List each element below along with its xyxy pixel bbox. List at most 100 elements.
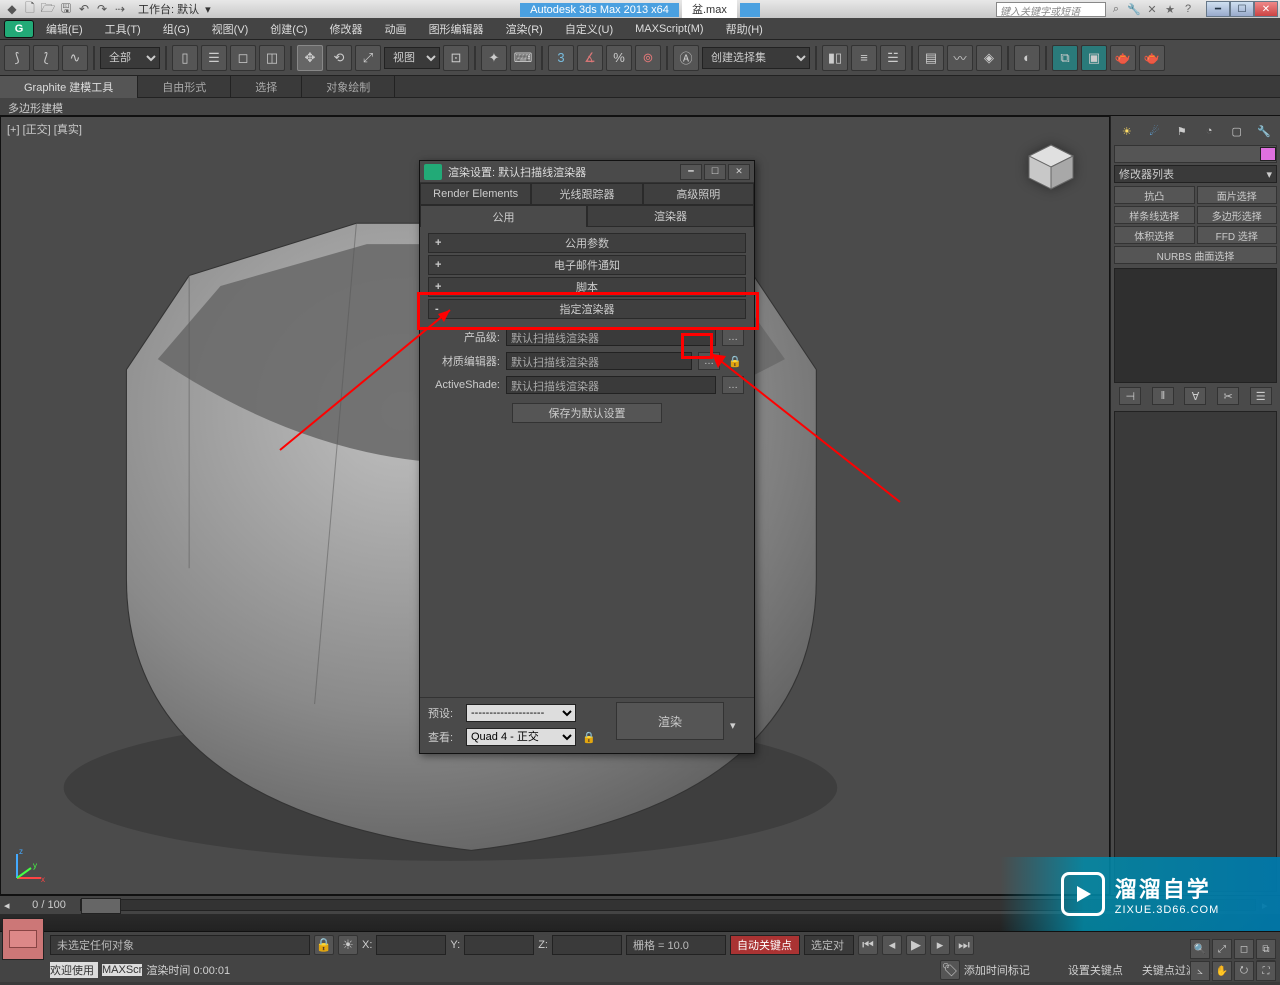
viewcube[interactable] bbox=[1023, 139, 1079, 195]
dialog-maximize-button[interactable]: ☐ bbox=[704, 164, 726, 180]
dialog-minimize-button[interactable]: ━ bbox=[680, 164, 702, 180]
help-search-input[interactable]: 键入关键字或短语 bbox=[996, 2, 1106, 17]
dialog-close-button[interactable]: ✕ bbox=[728, 164, 750, 180]
setkey-button[interactable]: 设置关键点 bbox=[1068, 962, 1138, 978]
angle-snap-icon[interactable]: ∡ bbox=[577, 45, 603, 71]
pan-icon[interactable]: ✋ bbox=[1212, 961, 1232, 981]
keyboard-shortcut-icon[interactable]: ⌨ bbox=[510, 45, 536, 71]
coord-x-field[interactable] bbox=[376, 935, 446, 955]
snap-toggle-icon[interactable]: 3 bbox=[548, 45, 574, 71]
show-end-result-icon[interactable]: ‖ bbox=[1152, 387, 1174, 405]
sel-button-5[interactable]: 体积选择 bbox=[1114, 226, 1195, 244]
link-icon[interactable]: ⇢ bbox=[112, 1, 128, 17]
align-icon[interactable]: ≡ bbox=[851, 45, 877, 71]
workspace-label[interactable]: 工作台: 默认 bbox=[138, 1, 199, 17]
object-name-field[interactable] bbox=[1114, 145, 1277, 163]
tab-common[interactable]: 公用 bbox=[420, 205, 587, 227]
object-color-swatch[interactable] bbox=[1260, 147, 1276, 161]
macro-recorder-button[interactable] bbox=[2, 918, 44, 960]
new-icon[interactable]: 🗋 bbox=[22, 1, 38, 17]
minimize-button[interactable]: ━ bbox=[1206, 1, 1230, 17]
hierarchy-panel-icon[interactable]: ⚑ bbox=[1172, 121, 1192, 141]
tab-advanced-lighting[interactable]: 高级照明 bbox=[643, 183, 754, 205]
zoom-all-icon[interactable]: ⤢ bbox=[1212, 939, 1232, 959]
material-editor-choose-button[interactable]: … bbox=[698, 352, 720, 370]
max-toggle-icon[interactable]: ⛶ bbox=[1256, 961, 1276, 981]
menu-grapheditors[interactable]: 图形编辑器 bbox=[419, 18, 494, 40]
select-region-rect-icon[interactable]: ◻ bbox=[230, 45, 256, 71]
coord-y-field[interactable] bbox=[464, 935, 534, 955]
selection-set-display[interactable]: 选定对 bbox=[804, 935, 854, 955]
isolate-icon[interactable]: ☀ bbox=[338, 935, 358, 955]
select-icon[interactable]: ▯ bbox=[172, 45, 198, 71]
percent-snap-icon[interactable]: % bbox=[606, 45, 632, 71]
move-icon[interactable]: ✥ bbox=[297, 45, 323, 71]
motion-panel-icon[interactable]: ◔ bbox=[1199, 121, 1219, 141]
autokey-button[interactable]: 自动关键点 bbox=[730, 935, 800, 955]
menu-maxscript[interactable]: MAXScript(M) bbox=[625, 20, 713, 38]
play-end-icon[interactable]: ⏭ bbox=[954, 935, 974, 955]
manipulate-icon[interactable]: ✦ bbox=[481, 45, 507, 71]
render-production-icon[interactable]: 🫖 bbox=[1110, 45, 1136, 71]
production-choose-button[interactable]: … bbox=[722, 328, 744, 346]
rollout-area[interactable] bbox=[1114, 411, 1277, 892]
coord-z-field[interactable] bbox=[552, 935, 622, 955]
menu-group[interactable]: 组(G) bbox=[153, 18, 200, 40]
render-button[interactable]: 渲染 bbox=[616, 702, 724, 740]
make-unique-icon[interactable]: ∀ bbox=[1184, 387, 1206, 405]
infocenter-icon[interactable]: ⌕ bbox=[1108, 1, 1124, 17]
menu-view[interactable]: 视图(V) bbox=[202, 18, 259, 40]
render-setup-icon[interactable]: ⧉ bbox=[1052, 45, 1078, 71]
menu-customize[interactable]: 自定义(U) bbox=[555, 18, 623, 40]
selection-filter-dropdown[interactable]: 全部 bbox=[100, 47, 160, 69]
play-prev-icon[interactable]: ◂ bbox=[882, 935, 902, 955]
menu-animation[interactable]: 动画 bbox=[375, 18, 417, 40]
layer-manager-icon[interactable]: ☱ bbox=[880, 45, 906, 71]
utilities-panel-icon[interactable]: 🔧 bbox=[1254, 121, 1274, 141]
redo-icon[interactable]: ↷ bbox=[94, 1, 110, 17]
display-panel-icon[interactable]: ▢ bbox=[1227, 121, 1247, 141]
close-button[interactable]: ✕ bbox=[1254, 1, 1278, 17]
ribbon-tab-freeform[interactable]: 自由形式 bbox=[138, 76, 231, 98]
workspace-dropdown-icon[interactable]: ▾ bbox=[205, 3, 211, 16]
preset-dropdown[interactable]: -------------------- bbox=[466, 704, 576, 722]
menu-help[interactable]: 帮助(H) bbox=[716, 18, 773, 40]
rollout-email[interactable]: +电子邮件通知 bbox=[428, 255, 746, 275]
sync-icon[interactable]: ✕ bbox=[1144, 1, 1160, 17]
material-editor-icon[interactable]: ◐ bbox=[1014, 45, 1040, 71]
select-name-icon[interactable]: ☰ bbox=[201, 45, 227, 71]
ribbon-tab-graphite[interactable]: Graphite 建模工具 bbox=[0, 76, 138, 98]
save-icon[interactable]: 🖫 bbox=[58, 1, 74, 17]
render-flyout-icon[interactable]: ▾ bbox=[730, 719, 746, 732]
view-dropdown[interactable]: Quad 4 - 正交 bbox=[466, 728, 576, 746]
schematic-view-icon[interactable]: ◈ bbox=[976, 45, 1002, 71]
bind-icon[interactable]: ∿ bbox=[62, 45, 88, 71]
lock-selection-icon[interactable]: 🔒 bbox=[314, 935, 334, 955]
timetag-icon[interactable]: 🏷 bbox=[940, 960, 960, 980]
configure-sets-icon[interactable]: ☰ bbox=[1250, 387, 1272, 405]
sel-button-1[interactable]: 抗凸 bbox=[1114, 186, 1195, 204]
menu-create[interactable]: 创建(C) bbox=[260, 18, 317, 40]
link-icon[interactable]: ⟆ bbox=[4, 45, 30, 71]
zoom-extents-icon[interactable]: ◻ bbox=[1234, 939, 1254, 959]
ribbon-tab-paint[interactable]: 对象绘制 bbox=[302, 76, 395, 98]
pivot-icon[interactable]: ⊡ bbox=[443, 45, 469, 71]
play-next-icon[interactable]: ▸ bbox=[930, 935, 950, 955]
modify-panel-icon[interactable]: ☄ bbox=[1144, 121, 1164, 141]
save-as-defaults-button[interactable]: 保存为默认设置 bbox=[512, 403, 662, 423]
mirror-icon[interactable]: ▮▯ bbox=[822, 45, 848, 71]
zoom-extents-all-icon[interactable]: ⧉ bbox=[1256, 939, 1276, 959]
rotate-icon[interactable]: ⟲ bbox=[326, 45, 352, 71]
dialog-titlebar[interactable]: 渲染设置: 默认扫描线渲染器 ━ ☐ ✕ bbox=[420, 161, 754, 183]
zoom-icon[interactable]: 🔍 bbox=[1190, 939, 1210, 959]
ribbon-subpanel-label[interactable]: 多边形建模 bbox=[0, 98, 1280, 116]
rendered-frame-icon[interactable]: ▣ bbox=[1081, 45, 1107, 71]
lock-icon[interactable]: 🔒 bbox=[726, 352, 744, 370]
curve-editor-icon[interactable]: 〰 bbox=[947, 45, 973, 71]
unlink-icon[interactable]: ⟅ bbox=[33, 45, 59, 71]
sel-button-4[interactable]: 多边形选择 bbox=[1197, 206, 1278, 224]
track-left-icon[interactable]: ◂ bbox=[4, 899, 18, 912]
orbit-icon[interactable]: ⭮ bbox=[1234, 961, 1254, 981]
menu-tools[interactable]: 工具(T) bbox=[95, 18, 151, 40]
ref-coord-dropdown[interactable]: 视图 bbox=[384, 47, 440, 69]
